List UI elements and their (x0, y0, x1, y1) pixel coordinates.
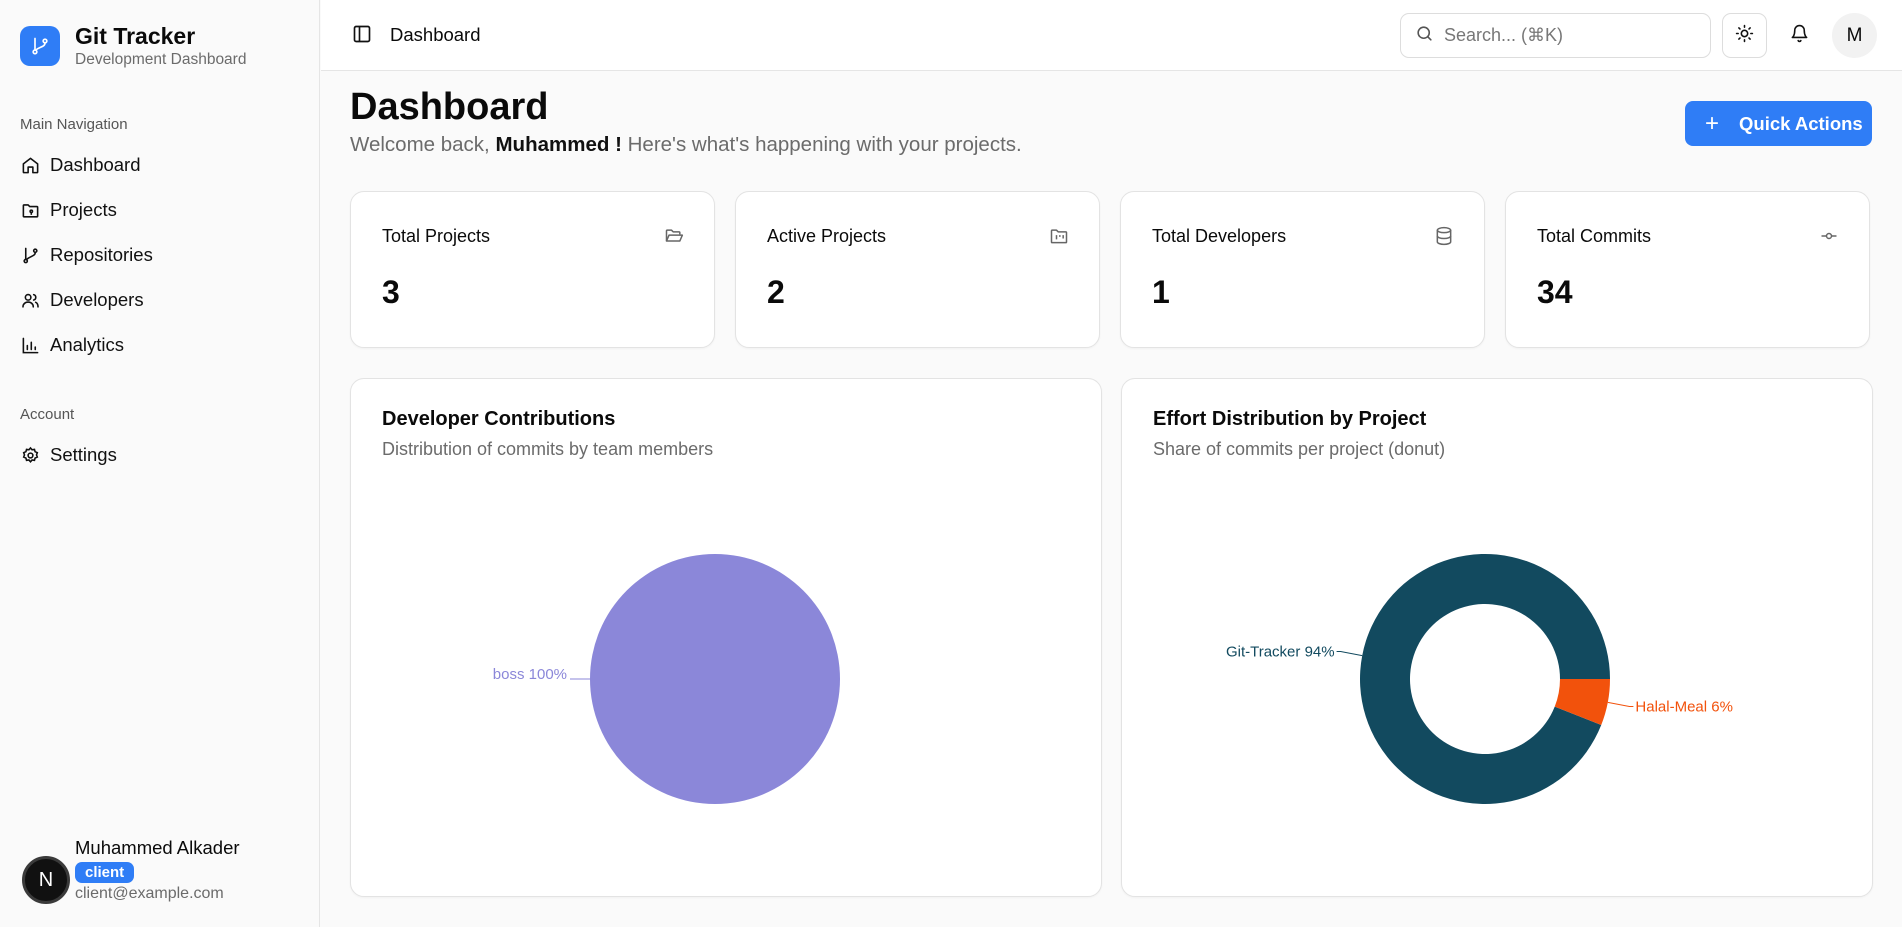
stat-label: Total Projects (382, 226, 491, 246)
folder-open-icon (664, 226, 684, 246)
slice-boss[interactable] (590, 554, 840, 804)
developer-contributions-card: Developer Contributions Distribution of … (350, 378, 1102, 897)
sidebar-item-repositories[interactable]: Repositories (20, 237, 300, 273)
quick-actions-button[interactable]: + Quick Actions (1685, 101, 1872, 146)
welcome-user-name: Muhammed ! (495, 133, 622, 156)
search-box[interactable] (1400, 13, 1711, 58)
git-branch-logo-icon (20, 26, 60, 66)
sidebar: Git Tracker Development Dashboard Main N… (0, 0, 320, 927)
quick-actions-label: Quick Actions (1739, 112, 1863, 134)
stat-card-total-projects: Total Projects 3 (350, 191, 715, 348)
sidebar-item-dashboard[interactable]: Dashboard (20, 147, 300, 183)
stat-value: 34 (1537, 274, 1573, 310)
sidebar-item-label: Projects (50, 199, 117, 220)
brand[interactable]: Git Tracker Development Dashboard (20, 22, 246, 70)
folder-kanban-icon (1049, 226, 1069, 246)
search-input[interactable] (1444, 25, 1684, 46)
breadcrumb: Dashboard (390, 24, 481, 45)
users-icon (20, 290, 40, 310)
welcome-message: Welcome back, Muhammed ! Here's what's h… (350, 133, 1022, 157)
stat-card-total-commits: Total Commits 34 (1505, 191, 1870, 348)
stat-card-active-projects: Active Projects 2 (735, 191, 1100, 348)
effort-distribution-card: Effort Distribution by Project Share of … (1121, 378, 1873, 897)
main-navigation-label: Main Navigation (20, 116, 128, 133)
sidebar-item-label: Settings (50, 444, 117, 465)
slice-label: Halal-Meal 6% (1635, 699, 1733, 716)
search-icon (1415, 24, 1434, 48)
theme-toggle-button[interactable] (1722, 13, 1767, 58)
database-icon (1434, 226, 1454, 246)
avatar: N (22, 856, 70, 904)
sidebar-toggle-icon[interactable] (352, 24, 374, 46)
stat-value: 3 (382, 274, 400, 310)
home-icon (20, 155, 40, 175)
welcome-suffix: Here's what's happening with your projec… (627, 133, 1022, 156)
sidebar-item-settings[interactable]: Settings (20, 437, 300, 473)
brand-subtitle: Development Dashboard (75, 51, 247, 68)
user-name: Muhammed Alkader (75, 837, 240, 858)
stat-value: 1 (1152, 274, 1170, 310)
sidebar-item-projects[interactable]: Projects (20, 192, 300, 228)
user-avatar-button[interactable]: M (1832, 13, 1877, 58)
slice-leader-line (1336, 650, 1363, 657)
folder-git-icon (20, 200, 40, 220)
sidebar-item-label: Dashboard (50, 154, 141, 175)
sidebar-item-analytics[interactable]: Analytics (20, 327, 300, 363)
brand-title: Git Tracker (75, 23, 196, 49)
stat-card-total-developers: Total Developers 1 (1120, 191, 1485, 348)
account-label: Account (20, 406, 75, 423)
page-title: Dashboard (350, 86, 549, 128)
effort-distribution-donut-chart: Git-Tracker 94% Halal-Meal 6% (1226, 553, 1733, 804)
git-branch-icon (20, 245, 40, 265)
stat-label: Active Projects (767, 226, 887, 246)
welcome-prefix: Welcome back, (350, 133, 490, 156)
notifications-button[interactable] (1777, 13, 1822, 58)
user-email: client@example.com (75, 885, 224, 902)
stat-label: Total Commits (1537, 226, 1652, 246)
developer-contributions-pie-chart: boss 100% (493, 554, 840, 804)
bar-chart-icon (20, 335, 40, 355)
slice-git-tracker[interactable] (1360, 553, 1610, 804)
plus-icon: + (1705, 109, 1720, 137)
git-commit-icon (1819, 226, 1839, 246)
sidebar-item-label: Analytics (50, 334, 125, 355)
slice-leader-line (1607, 701, 1634, 708)
gear-icon (20, 445, 40, 465)
stat-value: 2 (767, 274, 785, 310)
sidebar-item-label: Developers (50, 289, 144, 310)
bell-icon (1790, 24, 1809, 48)
sidebar-item-label: Repositories (50, 244, 153, 265)
slice-label: boss 100% (493, 666, 567, 683)
user-profile[interactable]: N Muhammed Alkader client client@example… (22, 836, 240, 905)
sun-icon (1735, 24, 1754, 48)
stat-label: Total Developers (1152, 226, 1287, 246)
slice-label: Git-Tracker 94% (1226, 643, 1335, 660)
top-bar: Dashboard M (321, 0, 1902, 71)
role-badge: client (75, 862, 135, 883)
sidebar-item-developers[interactable]: Developers (20, 282, 300, 318)
